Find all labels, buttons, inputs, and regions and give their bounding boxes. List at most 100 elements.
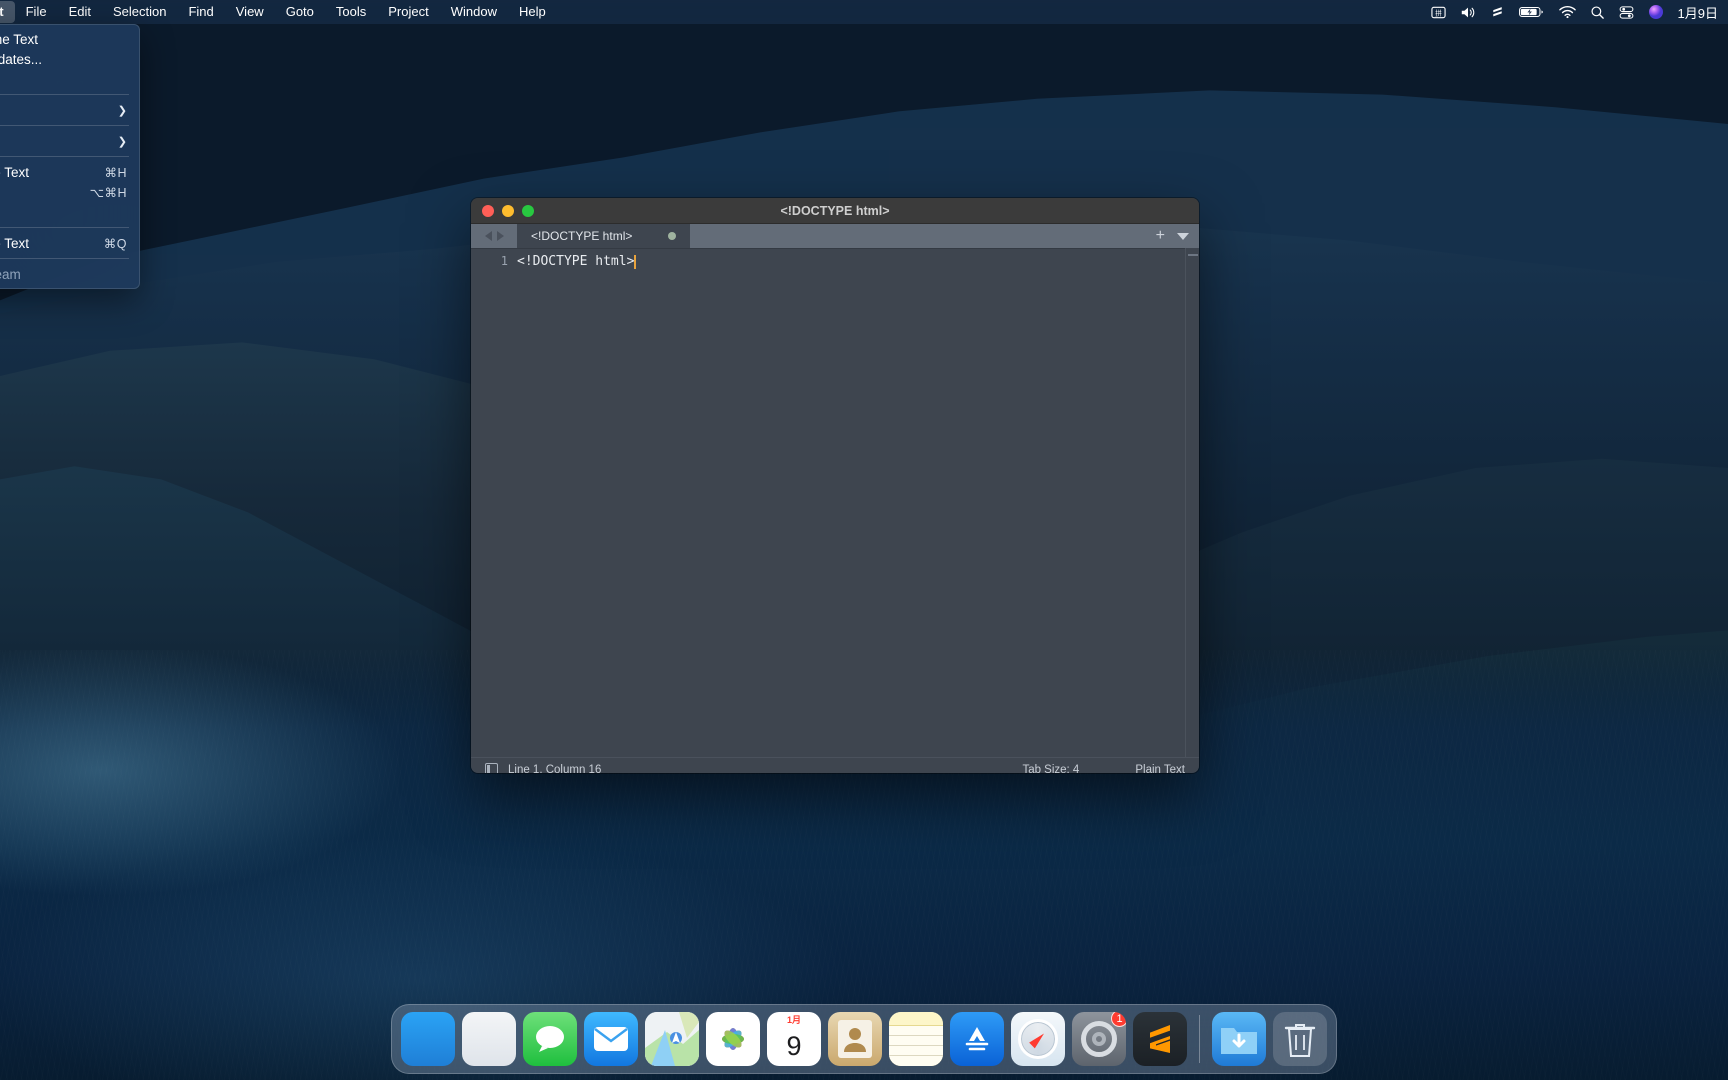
tab-label: <!DOCTYPE html>	[531, 229, 633, 243]
tab-modified-indicator[interactable]	[668, 232, 677, 240]
new-tab-button[interactable]: +	[1156, 228, 1165, 244]
sublime-text-icon	[1133, 1012, 1187, 1066]
dock-item-app-store[interactable]	[950, 1012, 1004, 1066]
menu-item-file[interactable]: File	[15, 1, 58, 23]
menu-row-shortcut: ⌘H	[104, 165, 127, 180]
menu-row-quit[interactable]: ublime Text ⌘Q	[0, 233, 139, 253]
line-number: 1	[500, 254, 508, 268]
menu-row-hide-others[interactable]: thers ⌥⌘H	[0, 182, 139, 202]
trash-icon	[1273, 1012, 1327, 1066]
cursor-position-status[interactable]: Line 1, Column 16	[508, 764, 601, 774]
close-button[interactable]	[482, 204, 494, 217]
photos-icon	[706, 1012, 760, 1066]
menu-separator	[0, 227, 129, 228]
dock-item-sublime-text[interactable]	[1133, 1012, 1187, 1066]
menu-item-project[interactable]: Project	[377, 1, 439, 23]
calendar-day: 9	[786, 1031, 802, 1061]
sidebar-toggle-icon[interactable]	[485, 763, 498, 773]
nav-previous-icon[interactable]	[484, 231, 492, 241]
menu-row-check-updates[interactable]: for Updates...	[0, 49, 139, 69]
maximize-button[interactable]	[522, 204, 534, 217]
search-icon[interactable]	[1590, 5, 1605, 20]
menu-row-show-all: All	[0, 202, 139, 222]
dock-item-finder[interactable]	[401, 1012, 455, 1066]
sublime-text-window[interactable]: <!DOCTYPE html> <!DOCTYPE html> + 1 <!DO…	[471, 198, 1199, 773]
volume-icon[interactable]	[1460, 5, 1476, 20]
tab-nav-arrows[interactable]	[471, 224, 517, 248]
input-source-icon[interactable]: 拼	[1430, 5, 1446, 20]
dock-item-safari[interactable]	[1011, 1012, 1065, 1066]
dock-item-mail[interactable]	[584, 1012, 638, 1066]
dock-item-downloads[interactable]	[1212, 1012, 1266, 1066]
window-titlebar[interactable]: <!DOCTYPE html>	[471, 198, 1199, 224]
wifi-icon[interactable]	[1558, 5, 1576, 19]
status-bar-right: Tab Size: 4 Plain Text	[1022, 764, 1185, 774]
menu-row-changelog[interactable]: elog...	[0, 69, 139, 89]
menu-bar-status-area: 拼 1月9日	[1430, 3, 1728, 22]
menu-row-shortcut: ⌥⌘H	[89, 185, 127, 200]
menu-row-credit: TNT team	[0, 264, 139, 284]
menu-separator	[0, 125, 129, 126]
dock-separator	[1199, 1015, 1200, 1063]
menu-row-label: for Updates...	[0, 51, 43, 67]
code-line-1[interactable]: <!DOCTYPE html>	[517, 254, 1185, 269]
chevron-right-icon: ❯	[117, 135, 127, 148]
dock-item-contacts[interactable]	[828, 1012, 882, 1066]
editor-area[interactable]: 1 <!DOCTYPE html>	[471, 248, 1199, 757]
dock-item-calendar[interactable]: 1月 9	[767, 1012, 821, 1066]
menu-row-packages[interactable]: es ❯	[0, 131, 139, 151]
dock-item-photos[interactable]	[706, 1012, 760, 1066]
sublime-menu-icon[interactable]	[1490, 5, 1505, 20]
calendar-icon: 1月 9	[767, 1012, 821, 1066]
menu-row-label: Sublime Text	[0, 31, 39, 47]
control-center-icon[interactable]	[1619, 5, 1634, 20]
menu-item-find[interactable]: Find	[177, 1, 224, 23]
dock-item-notes[interactable]	[889, 1012, 943, 1066]
dock-item-messages[interactable]	[523, 1012, 577, 1066]
nav-next-icon[interactable]	[496, 231, 504, 241]
chevron-down-icon[interactable]	[1177, 232, 1189, 240]
menu-row-label: ublime Text	[0, 235, 30, 251]
menu-row-label: ublime Text	[0, 164, 30, 180]
menu-item-edit[interactable]: Edit	[58, 1, 102, 23]
status-bar: Line 1, Column 16 Tab Size: 4 Plain Text	[471, 757, 1199, 773]
menu-row-preferences[interactable]: nces ❯	[0, 100, 139, 120]
code-content[interactable]: <!DOCTYPE html>	[517, 248, 1185, 757]
menu-item-app[interactable]: e Text	[0, 1, 15, 23]
tab-bar: <!DOCTYPE html> +	[471, 224, 1199, 248]
calendar-month: 1月	[786, 1012, 801, 1027]
menu-row-shortcut: ⌘Q	[103, 236, 127, 251]
chevron-right-icon: ❯	[117, 104, 127, 117]
menu-item-help[interactable]: Help	[508, 1, 557, 23]
dock-item-maps[interactable]	[645, 1012, 699, 1066]
notification-badge: 1	[1111, 1012, 1126, 1027]
menu-item-window[interactable]: Window	[440, 1, 508, 23]
siri-icon[interactable]	[1648, 4, 1664, 20]
code-line-text: <!DOCTYPE html>	[517, 254, 635, 269]
launchpad-icon	[462, 1012, 516, 1066]
mail-icon	[584, 1012, 638, 1066]
dock-item-trash[interactable]	[1273, 1012, 1327, 1066]
contacts-icon	[828, 1012, 882, 1066]
battery-charging-icon[interactable]	[1518, 5, 1545, 19]
dock-item-launchpad[interactable]	[462, 1012, 516, 1066]
menu-row-about[interactable]: Sublime Text	[0, 29, 139, 49]
downloads-folder-icon	[1212, 1012, 1266, 1066]
dock-item-system-preferences[interactable]: 1	[1072, 1012, 1126, 1066]
menu-item-goto[interactable]: Goto	[275, 1, 325, 23]
menu-bar-clock[interactable]: 1月9日	[1678, 3, 1718, 22]
notes-icon	[889, 1012, 943, 1066]
tab-doctype-html[interactable]: <!DOCTYPE html>	[517, 224, 691, 248]
menu-item-view[interactable]: View	[225, 1, 275, 23]
menu-item-tools[interactable]: Tools	[325, 1, 377, 23]
minimap[interactable]	[1185, 248, 1199, 757]
syntax-status[interactable]: Plain Text	[1135, 764, 1185, 774]
text-caret	[634, 254, 637, 269]
menu-row-hide-app[interactable]: ublime Text ⌘H	[0, 162, 139, 182]
menu-item-selection[interactable]: Selection	[102, 1, 177, 23]
menu-bar: e Text File Edit Selection Find View Got…	[0, 0, 1728, 24]
svg-text:拼: 拼	[1435, 8, 1442, 17]
tab-size-status[interactable]: Tab Size: 4	[1022, 764, 1079, 774]
minimize-button[interactable]	[502, 204, 514, 217]
app-dropdown-menu: Sublime Text for Updates... elog... nces…	[0, 24, 140, 289]
